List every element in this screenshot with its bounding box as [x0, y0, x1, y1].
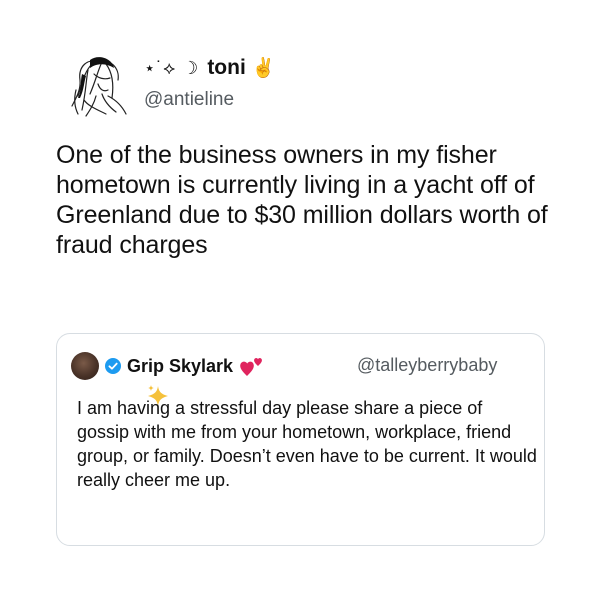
quoted-avatar[interactable] — [71, 352, 99, 380]
quoted-display-name[interactable]: Grip Skylark — [127, 356, 233, 377]
sketch-portrait-icon — [71, 57, 127, 117]
avatar[interactable] — [68, 50, 134, 120]
victory-hand-icon: ✌ — [251, 58, 276, 79]
quoted-tweet-header: Grip Skylark @talleyberrybaby — [71, 351, 541, 381]
verified-badge-icon — [105, 358, 121, 374]
tweet-text: One of the business owners in my fisher … — [56, 141, 548, 259]
quoted-handle[interactable]: @talleyberrybaby — [357, 355, 497, 376]
tweet-card: ⋆˙⟡ ☽ toni ✌ @antieline One of the busin… — [0, 0, 599, 599]
tweet-header: ⋆˙⟡ ☽ toni ✌ @antieline — [68, 50, 548, 120]
display-name: toni — [207, 56, 246, 79]
quoted-tweet[interactable]: Grip Skylark @talleyberrybaby I am havin… — [56, 333, 545, 546]
quoted-tweet-text: I am having a stressful day please share… — [77, 398, 537, 490]
two-hearts-icon — [240, 357, 262, 376]
author-name[interactable]: ⋆˙⟡ ☽ toni ✌ — [144, 56, 275, 80]
author-handle[interactable]: @antieline — [144, 89, 234, 111]
name-prefix-symbols: ⋆˙⟡ ☽ — [144, 57, 200, 78]
